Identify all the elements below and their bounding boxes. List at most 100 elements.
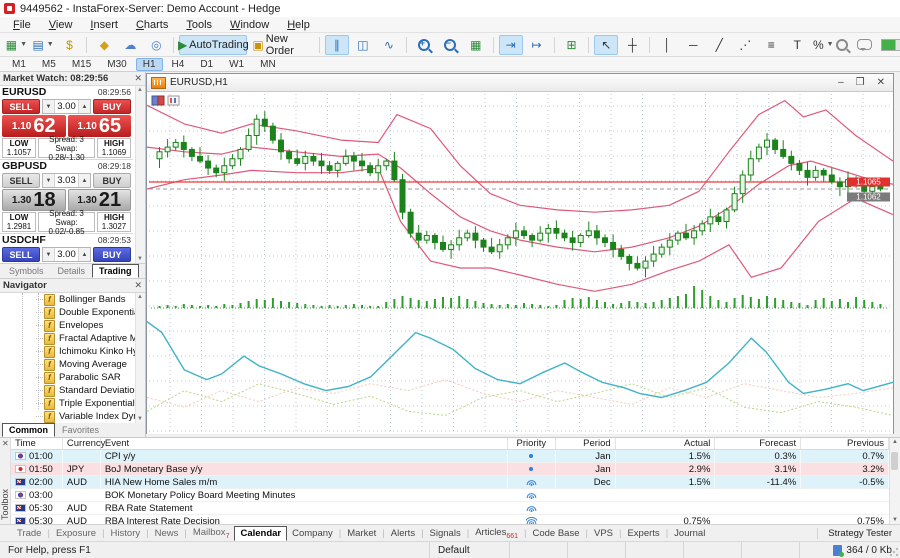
tab-articles[interactable]: Articles661 xyxy=(470,526,523,541)
tab-mailbox[interactable]: Mailbox7 xyxy=(188,526,235,541)
calendar-row[interactable]: 05:30AUDRBA Interest Rate Decision0.75%0… xyxy=(11,515,889,524)
minimize-icon[interactable]: – xyxy=(838,77,844,88)
menu-window[interactable]: Window xyxy=(221,18,278,32)
column-header-time[interactable]: Time xyxy=(11,438,63,449)
scroll-up-icon[interactable]: ▲ xyxy=(137,87,143,93)
close-icon[interactable]: ✕ xyxy=(134,280,142,291)
symbol-card-eurusd[interactable]: EURUSD08:29:56 SELL ▼ 3.00 ▲ BUY 1.1062 … xyxy=(0,86,133,160)
scroll-up-icon[interactable]: ▲ xyxy=(892,439,898,445)
scroll-down-icon[interactable]: ▼ xyxy=(892,517,898,523)
tile-windows-icon[interactable]: ▦ xyxy=(464,35,488,55)
tab-trading[interactable]: Trading xyxy=(92,264,139,278)
calendar-row[interactable]: 01:00CPI y/yJan1.5%0.3%0.7% xyxy=(11,450,889,463)
search-icon[interactable] xyxy=(836,39,848,51)
close-icon[interactable]: ✕ xyxy=(2,439,9,448)
volume-stepper[interactable]: ▼ 3.00 ▲ xyxy=(42,99,91,114)
autotrading-button[interactable]: ▶AutoTrading xyxy=(179,35,247,55)
new-order-button[interactable]: ▣New Order xyxy=(249,35,314,55)
column-header-currency[interactable]: Currency xyxy=(63,438,101,449)
chevron-up-icon[interactable]: ▲ xyxy=(78,174,90,187)
tab-company[interactable]: Company xyxy=(287,527,338,540)
chat-icon[interactable] xyxy=(857,39,872,50)
chevron-up-icon[interactable]: ▲ xyxy=(78,248,90,261)
arrows-tool-icon[interactable]: %▼ xyxy=(811,35,835,55)
scroll-down-icon[interactable]: ▼ xyxy=(137,416,143,422)
profile-selector[interactable]: Default xyxy=(430,542,510,558)
chevron-down-icon[interactable]: ▼ xyxy=(47,41,54,48)
chart-shift-icon[interactable]: ↦ xyxy=(525,35,549,55)
buy-button[interactable]: BUY xyxy=(93,247,131,262)
tab-calendar[interactable]: Calendar xyxy=(234,526,287,541)
menu-file[interactable]: File xyxy=(4,18,40,32)
column-header-priority[interactable]: Priority xyxy=(508,438,556,449)
tab-trade[interactable]: Trade xyxy=(12,527,46,540)
tab-signals[interactable]: Signals xyxy=(425,527,466,540)
nav-item-ichimoku-kinko-hyo[interactable]: fIchimoku Kinko Hyo xyxy=(0,345,145,358)
indicators-icon[interactable]: ⊞ xyxy=(559,35,583,55)
market-watch-scrollbar[interactable]: ▲▼ xyxy=(135,86,145,263)
menu-insert[interactable]: Insert xyxy=(81,18,127,32)
nav-item-moving-average[interactable]: fMoving Average xyxy=(0,358,145,371)
chevron-down-icon[interactable]: ▼ xyxy=(43,100,55,113)
sell-button[interactable]: SELL xyxy=(2,247,40,262)
bar-chart-icon[interactable]: ∥ xyxy=(325,35,349,55)
signals-icon[interactable]: ◎ xyxy=(144,35,168,55)
column-header-actual[interactable]: Actual xyxy=(616,438,716,449)
menu-charts[interactable]: Charts xyxy=(127,18,177,32)
sell-button[interactable]: SELL xyxy=(2,173,40,188)
chevron-down-icon[interactable]: ▼ xyxy=(827,41,834,48)
trendline-icon[interactable]: ╱ xyxy=(707,35,731,55)
nav-item-triple-exponential-m[interactable]: fTriple Exponential M xyxy=(0,397,145,410)
tab-experts[interactable]: Experts xyxy=(622,527,664,540)
tab-symbols[interactable]: Symbols xyxy=(2,264,51,278)
symbol-card-usdchf[interactable]: USDCHF08:29:53 SELL ▼ 3.00 ▲ BUY xyxy=(0,234,133,264)
nav-item-variable-index-dyna[interactable]: fVariable Index Dyna xyxy=(0,410,145,423)
timeframe-m15[interactable]: M15 xyxy=(65,58,98,71)
menu-view[interactable]: View xyxy=(40,18,82,32)
tab-history[interactable]: History xyxy=(106,527,146,540)
sell-button[interactable]: SELL xyxy=(2,99,40,114)
line-chart-icon[interactable]: ∿ xyxy=(377,35,401,55)
column-header-period[interactable]: Period xyxy=(556,438,616,449)
strategy-tester-label[interactable]: Strategy Tester xyxy=(817,528,900,539)
scrollbar-thumb[interactable] xyxy=(891,452,898,470)
nav-item-envelopes[interactable]: fEnvelopes xyxy=(0,319,145,332)
tab-favorites[interactable]: Favorites xyxy=(55,423,106,437)
calendar-row[interactable]: 03:00BOK Monetary Policy Board Meeting M… xyxy=(11,489,889,502)
timeframe-d1[interactable]: D1 xyxy=(193,58,220,71)
open-profile-icon[interactable]: ▤▼ xyxy=(31,35,56,55)
menu-tools[interactable]: Tools xyxy=(177,18,221,32)
tab-alerts[interactable]: Alerts xyxy=(386,527,420,540)
tab-common[interactable]: Common xyxy=(2,423,55,437)
nav-item-bollinger-bands[interactable]: fBollinger Bands xyxy=(0,293,145,306)
market-watch-icon[interactable]: ◆ xyxy=(92,35,116,55)
auto-scroll-icon[interactable]: ⇥ xyxy=(499,35,523,55)
tab-journal[interactable]: Journal xyxy=(669,527,710,540)
navigator-scrollbar[interactable]: ▲▼ xyxy=(135,293,145,423)
community-icon[interactable]: ☁ xyxy=(118,35,142,55)
tab-news[interactable]: News xyxy=(150,527,184,540)
tab-exposure[interactable]: Exposure xyxy=(51,527,101,540)
new-chart-icon[interactable]: ▦▼ xyxy=(4,35,29,55)
nav-item-standard-deviation[interactable]: fStandard Deviation xyxy=(0,384,145,397)
timeframe-h4[interactable]: H4 xyxy=(165,58,192,71)
chevron-down-icon[interactable]: ▼ xyxy=(20,41,27,48)
nav-item-fractal-adaptive-mo[interactable]: fFractal Adaptive Mo xyxy=(0,332,145,345)
menu-help[interactable]: Help xyxy=(278,18,319,32)
price-chart[interactable]: 1.10651.1062 xyxy=(147,92,893,434)
buy-button[interactable]: BUY xyxy=(93,99,131,114)
timeframe-h1[interactable]: H1 xyxy=(136,58,163,71)
tab-vps[interactable]: VPS xyxy=(589,527,618,540)
timeframe-mn[interactable]: MN xyxy=(253,58,283,71)
nav-item-parabolic-sar[interactable]: fParabolic SAR xyxy=(0,371,145,384)
fibonacci-icon[interactable]: ⋰ xyxy=(733,35,757,55)
channels-icon[interactable]: ≡ xyxy=(759,35,783,55)
zoom-out-icon[interactable] xyxy=(438,35,462,55)
vertical-line-icon[interactable]: │ xyxy=(655,35,679,55)
text-tool-icon[interactable]: T xyxy=(785,35,809,55)
scroll-down-icon[interactable]: ▼ xyxy=(137,256,143,262)
restore-icon[interactable]: ❐ xyxy=(856,77,865,88)
timeframe-m30[interactable]: M30 xyxy=(100,58,133,71)
timeframe-w1[interactable]: W1 xyxy=(222,58,251,71)
close-icon[interactable]: ✕ xyxy=(134,73,142,84)
